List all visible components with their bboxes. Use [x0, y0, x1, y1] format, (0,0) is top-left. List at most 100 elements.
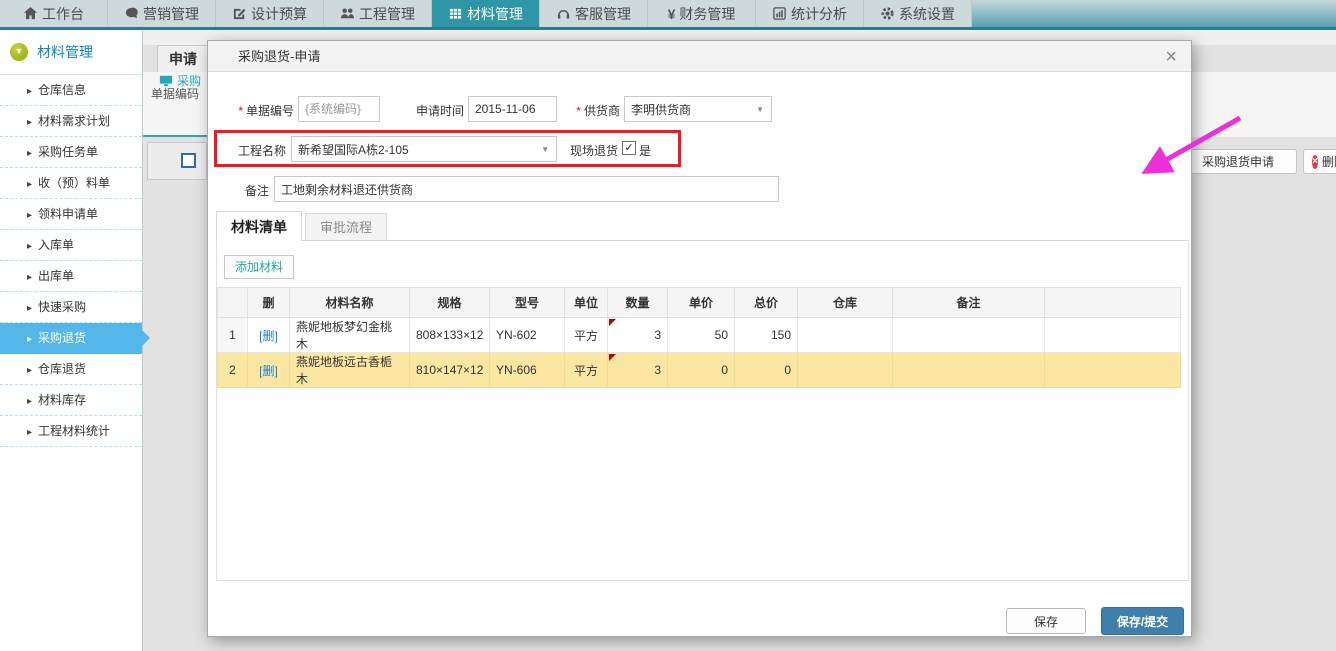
sidebar-item-warehouse-return[interactable]: ▸ 仓库退货 [0, 354, 142, 385]
caret-icon: ▸ [27, 303, 32, 314]
cell-spec: 810×147×12 [410, 353, 490, 388]
nav-filler [972, 0, 1336, 27]
cell-warehouse[interactable] [798, 318, 893, 353]
nav-tab-workbench[interactable]: 工作台 [0, 0, 108, 27]
link-label: 采购 [177, 72, 201, 89]
save-button[interactable]: 保存 [1006, 608, 1086, 634]
sidebar-item-purchase-task[interactable]: ▸采购任务单 [0, 137, 142, 168]
caret-icon: ▸ [27, 365, 32, 376]
col-model: 型号 [490, 288, 565, 318]
delete-button[interactable]: × 删除 [1303, 149, 1336, 174]
nav-tab-finance[interactable]: ¥ 财务管理 [648, 0, 756, 27]
sidebar-item-purchase-return[interactable]: ▸采购退货 [0, 323, 142, 354]
project-name-value: 新希望国际A栋2-105 [298, 141, 409, 158]
row-number: 2 [218, 353, 248, 388]
purchase-return-dialog: 采购退货-申请 × *单据编号 申请时间 *供货商 李明供货商 ▼ 工程名称 新… [207, 40, 1192, 637]
dialog-tabs: 材料清单 审批流程 [216, 211, 390, 241]
caret-icon: ▸ [27, 334, 32, 345]
col-unit: 单位 [565, 288, 608, 318]
cell-qty[interactable]: 3 [608, 353, 668, 388]
close-icon[interactable]: × [1165, 45, 1177, 69]
sidebar-item-quick-purchase[interactable]: ▸ 快速采购 [0, 292, 142, 323]
add-material-button[interactable]: 添加材料 [224, 255, 294, 279]
sidebar-item-label: 领料申请单 [38, 207, 98, 221]
sidebar-item-warehouse-info[interactable]: ▸仓库信息 [0, 75, 142, 106]
gear-icon [880, 6, 895, 21]
project-name-select[interactable]: 新希望国际A栋2-105 ▼ [291, 136, 557, 162]
dropdown-arrow-icon: ▼ [756, 105, 764, 114]
select-all-checkbox[interactable] [181, 153, 196, 168]
apply-time-label: 申请时间 [406, 102, 464, 119]
sidebar-item-label: 快速采购 [38, 300, 86, 314]
edit-icon [232, 6, 247, 21]
col-qty: 数量 [608, 288, 668, 318]
users-icon [340, 6, 355, 21]
supplier-value: 李明供货商 [631, 101, 691, 118]
cell-total: 150 [735, 318, 798, 353]
sidebar-item-material-stock[interactable]: ▸材料库存 [0, 385, 142, 416]
nav-tab-design-budget[interactable]: 设计预算 [216, 0, 324, 27]
remark-input[interactable] [274, 176, 779, 202]
row-number: 1 [218, 318, 248, 353]
col-blank [218, 288, 248, 318]
caret-icon: ▸ [27, 179, 32, 190]
doc-no-label: *单据编号 [216, 102, 294, 119]
sidebar-header[interactable]: ▾ 材料管理 [0, 30, 142, 75]
sidebar-item-project-material-stats[interactable]: ▸工程材料统计 [0, 416, 142, 447]
page-tab-apply[interactable]: 申请 [157, 45, 209, 72]
tab-material-list[interactable]: 材料清单 [216, 211, 302, 241]
delete-x-icon: × [1312, 155, 1318, 169]
col-material-name: 材料名称 [290, 288, 410, 318]
sidebar-item-material-request[interactable]: ▸领料申请单 [0, 199, 142, 230]
nav-tab-settings[interactable]: 系统设置 [864, 0, 972, 27]
table-row-selected[interactable]: 2 [删] 燕妮地板远古香栀木 810×147×12 YN-606 平方 3 0… [218, 353, 1181, 388]
cell-note[interactable] [893, 318, 1045, 353]
cell-price[interactable]: 50 [668, 318, 735, 353]
delete-row-link[interactable]: [删] [259, 364, 278, 378]
sidebar-item-label: 采购任务单 [38, 145, 98, 159]
material-table: 删 材料名称 规格 型号 单位 数量 单价 总价 仓库 备注 1 [删] [217, 287, 1181, 388]
cell-material-name: 燕妮地板梦幻金桃木 [290, 318, 410, 353]
cell-qty[interactable]: 3 [608, 318, 668, 353]
cell-price[interactable]: 0 [668, 353, 735, 388]
cell-material-name: 燕妮地板远古香栀木 [290, 353, 410, 388]
sidebar-item-receive-material[interactable]: ▸收（预）料单 [0, 168, 142, 199]
cell-unit: 平方 [565, 318, 608, 353]
doc-no-input[interactable] [298, 96, 380, 122]
delete-row-link[interactable]: [删] [259, 329, 278, 343]
onsite-return-checkbox[interactable]: ✓ [622, 141, 636, 155]
project-name-label: 工程名称 [216, 142, 286, 159]
cell-unit: 平方 [565, 353, 608, 388]
purchase-return-request-button[interactable]: 采购退货申请 [1179, 149, 1297, 174]
remark-label: 备注 [216, 182, 269, 199]
cell-warehouse[interactable] [798, 353, 893, 388]
supplier-select[interactable]: 李明供货商 ▼ [624, 96, 772, 122]
col-delete: 删 [248, 288, 290, 318]
nav-tab-label: 系统设置 [899, 4, 955, 24]
nav-tab-label: 工作台 [42, 4, 84, 24]
nav-tab-statistics[interactable]: 统计分析 [756, 0, 864, 27]
chevron-down-icon: ▾ [10, 43, 28, 61]
onsite-yes-label: 是 [639, 142, 651, 159]
save-submit-button[interactable]: 保存/提交 [1101, 607, 1184, 635]
sidebar-item-outbound[interactable]: ▸出库单 [0, 261, 142, 292]
sidebar-item-inbound[interactable]: ▸入库单 [0, 230, 142, 261]
dialog-title: 采购退货-申请 [208, 41, 1191, 72]
apply-time-input[interactable] [468, 96, 557, 122]
sidebar-item-material-demand-plan[interactable]: ▸材料需求计划 [0, 106, 142, 137]
nav-tab-marketing[interactable]: 营销管理 [108, 0, 216, 27]
purchase-link[interactable]: 采购 [159, 72, 201, 89]
caret-icon: ▸ [27, 241, 32, 252]
nav-tab-label: 工程管理 [359, 4, 415, 24]
cell-note[interactable] [893, 353, 1045, 388]
button-label: 删除 [1322, 153, 1336, 170]
tab-approval-flow[interactable]: 审批流程 [305, 213, 387, 241]
caret-icon: ▸ [27, 427, 32, 438]
cell-model: YN-606 [490, 353, 565, 388]
yen-icon: ¥ [668, 6, 676, 22]
nav-tab-materials[interactable]: 材料管理 [432, 0, 540, 27]
nav-tab-engineering[interactable]: 工程管理 [324, 0, 432, 27]
sidebar-item-label: 仓库退货 [38, 362, 86, 376]
nav-tab-customer-service[interactable]: 客服管理 [540, 0, 648, 27]
table-row[interactable]: 1 [删] 燕妮地板梦幻金桃木 808×133×12 YN-602 平方 3 5… [218, 318, 1181, 353]
